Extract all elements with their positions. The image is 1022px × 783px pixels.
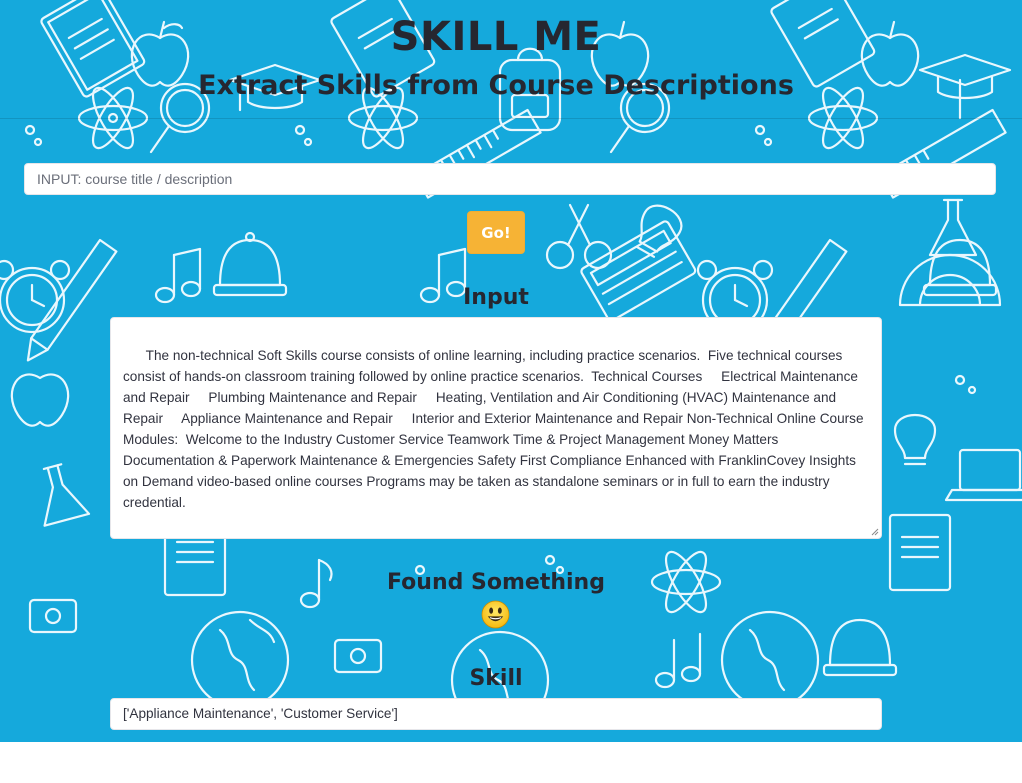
app-title: SKILL ME <box>390 14 602 60</box>
skill-heading: Skill <box>469 666 523 691</box>
main-content: SKILL ME Extract Skills from Course Desc… <box>0 0 1022 742</box>
found-status-heading: Found Something <box>387 570 605 595</box>
course-description-input[interactable] <box>24 163 996 195</box>
skills-output-field[interactable]: ['Appliance Maintenance', 'Customer Serv… <box>110 698 882 730</box>
app-subtitle: Extract Skills from Course Descriptions <box>198 70 794 101</box>
input-description-text: The non-technical Soft Skills course con… <box>123 348 868 510</box>
smiling-face-icon <box>481 600 510 629</box>
app-stage: SKILL ME Extract Skills from Course Desc… <box>0 0 1022 742</box>
go-button[interactable]: Go! <box>467 211 525 254</box>
input-heading: Input <box>463 285 529 310</box>
header-divider <box>0 118 1022 119</box>
input-description-textarea[interactable]: The non-technical Soft Skills course con… <box>110 317 882 539</box>
resize-grip-icon[interactable] <box>871 528 879 536</box>
